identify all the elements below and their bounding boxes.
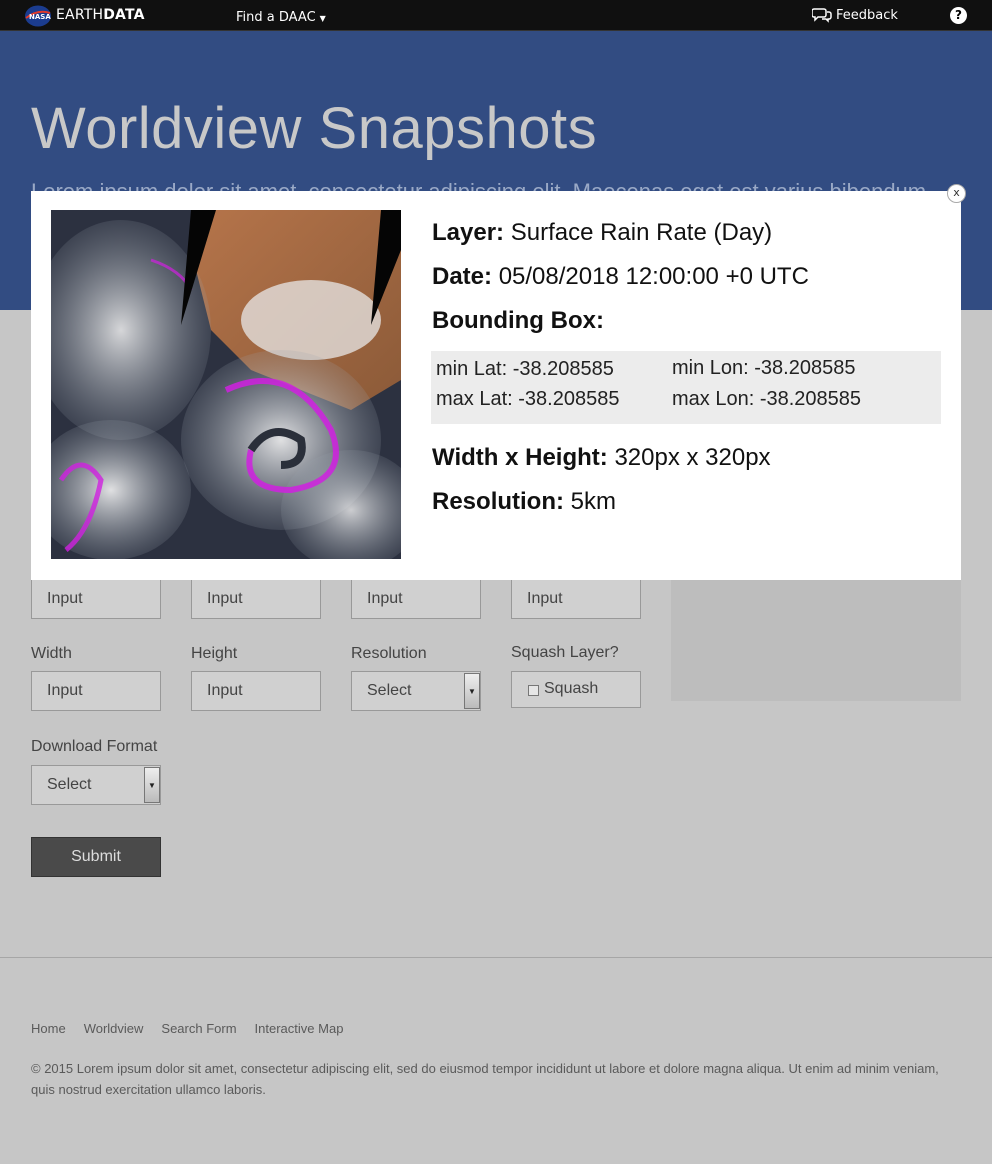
earthdata-brand[interactable]: EARTHDATA [56, 7, 145, 23]
download-format-label: Download Format [31, 738, 158, 755]
copyright-text: © 2015 Lorem ipsum dolor sit amet, conse… [31, 1061, 939, 1097]
resolution-key: Resolution: [432, 488, 564, 515]
layer-value: Surface Rain Rate (Day) [510, 219, 773, 246]
feedback-label: Feedback [836, 7, 898, 23]
dropdown-arrow-icon[interactable]: ▼ [144, 767, 160, 803]
close-icon[interactable]: x [947, 184, 966, 203]
footer-links: Home Worldview Search Form Interactive M… [31, 1021, 343, 1036]
caret-down-icon: ▼ [319, 14, 326, 23]
bounding-box-heading: Bounding Box: [432, 307, 604, 335]
squash-checkbox-container[interactable]: Squash [511, 671, 641, 708]
height-input[interactable]: Input [191, 671, 321, 711]
height-label: Height [191, 645, 238, 662]
min-lat: min Lat: -38.208585 [436, 358, 614, 380]
width-height-info: Width x Height: 320px x 320px [432, 444, 771, 472]
resolution-info: Resolution: 5km [432, 488, 616, 516]
chat-bubbles-icon [812, 8, 832, 23]
svg-text:NASA: NASA [29, 13, 51, 21]
top-navigation-bar: NASA EARTHDATA Find a DAAC ▼ Feedback ? [0, 0, 992, 31]
layer-key: Layer: [432, 219, 505, 246]
max-lat: max Lat: -38.208585 [436, 388, 620, 410]
squash-checkbox[interactable] [528, 685, 539, 696]
date-info: Date: 05/08/2018 12:00:00 +0 UTC [432, 263, 809, 291]
date-value: 05/08/2018 12:00:00 +0 UTC [498, 263, 809, 290]
min-lon: min Lon: -38.208585 [672, 357, 856, 379]
submit-button[interactable]: Submit [31, 837, 161, 877]
footer-link-search-form[interactable]: Search Form [161, 1021, 236, 1036]
width-height-key: Width x Height: [432, 444, 608, 471]
preview-panel [671, 570, 961, 701]
max-lon: max Lon: -38.208585 [672, 388, 862, 410]
snapshot-modal: Layer: Surface Rain Rate (Day) Date: 05/… [31, 191, 961, 580]
bbox-key: Bounding Box: [432, 307, 604, 334]
resolution-value: 5km [570, 488, 617, 515]
input-field-2[interactable]: Input [191, 579, 321, 619]
bounding-box-values: min Lat: -38.208585 max Lat: -38.208585 … [431, 351, 941, 424]
nasa-logo-icon[interactable]: NASA [24, 5, 52, 27]
input-field-1[interactable]: Input [31, 579, 161, 619]
footer-link-interactive-map[interactable]: Interactive Map [255, 1021, 344, 1036]
find-daac-label: Find a DAAC [236, 10, 316, 25]
squash-checkbox-label: Squash [544, 680, 599, 697]
brand-data: DATA [103, 7, 145, 23]
resolution-label: Resolution [351, 645, 427, 662]
brand-earth: EARTH [56, 7, 104, 23]
dropdown-arrow-icon[interactable]: ▼ [464, 673, 480, 709]
help-icon[interactable]: ? [950, 7, 967, 24]
width-input[interactable]: Input [31, 671, 161, 711]
date-key: Date: [432, 263, 493, 290]
width-label: Width [31, 645, 72, 662]
page-title: Worldview Snapshots [31, 96, 598, 161]
download-format-value: Select [47, 776, 92, 793]
width-height-value: 320px x 320px [614, 444, 771, 471]
footer-link-home[interactable]: Home [31, 1021, 66, 1036]
feedback-button[interactable]: Feedback [812, 7, 898, 23]
download-format-select[interactable]: Select ▼ [31, 765, 161, 805]
input-field-3[interactable]: Input [351, 579, 481, 619]
footer-link-worldview[interactable]: Worldview [84, 1021, 144, 1036]
find-daac-menu[interactable]: Find a DAAC ▼ [236, 10, 326, 25]
input-field-4[interactable]: Input [511, 579, 641, 619]
layer-info: Layer: Surface Rain Rate (Day) [432, 219, 772, 247]
footer-divider [0, 957, 992, 958]
squash-layer-label: Squash Layer? [511, 644, 619, 661]
resolution-select[interactable]: Select ▼ [351, 671, 481, 711]
snapshot-image [51, 210, 401, 559]
resolution-select-value: Select [367, 682, 412, 699]
